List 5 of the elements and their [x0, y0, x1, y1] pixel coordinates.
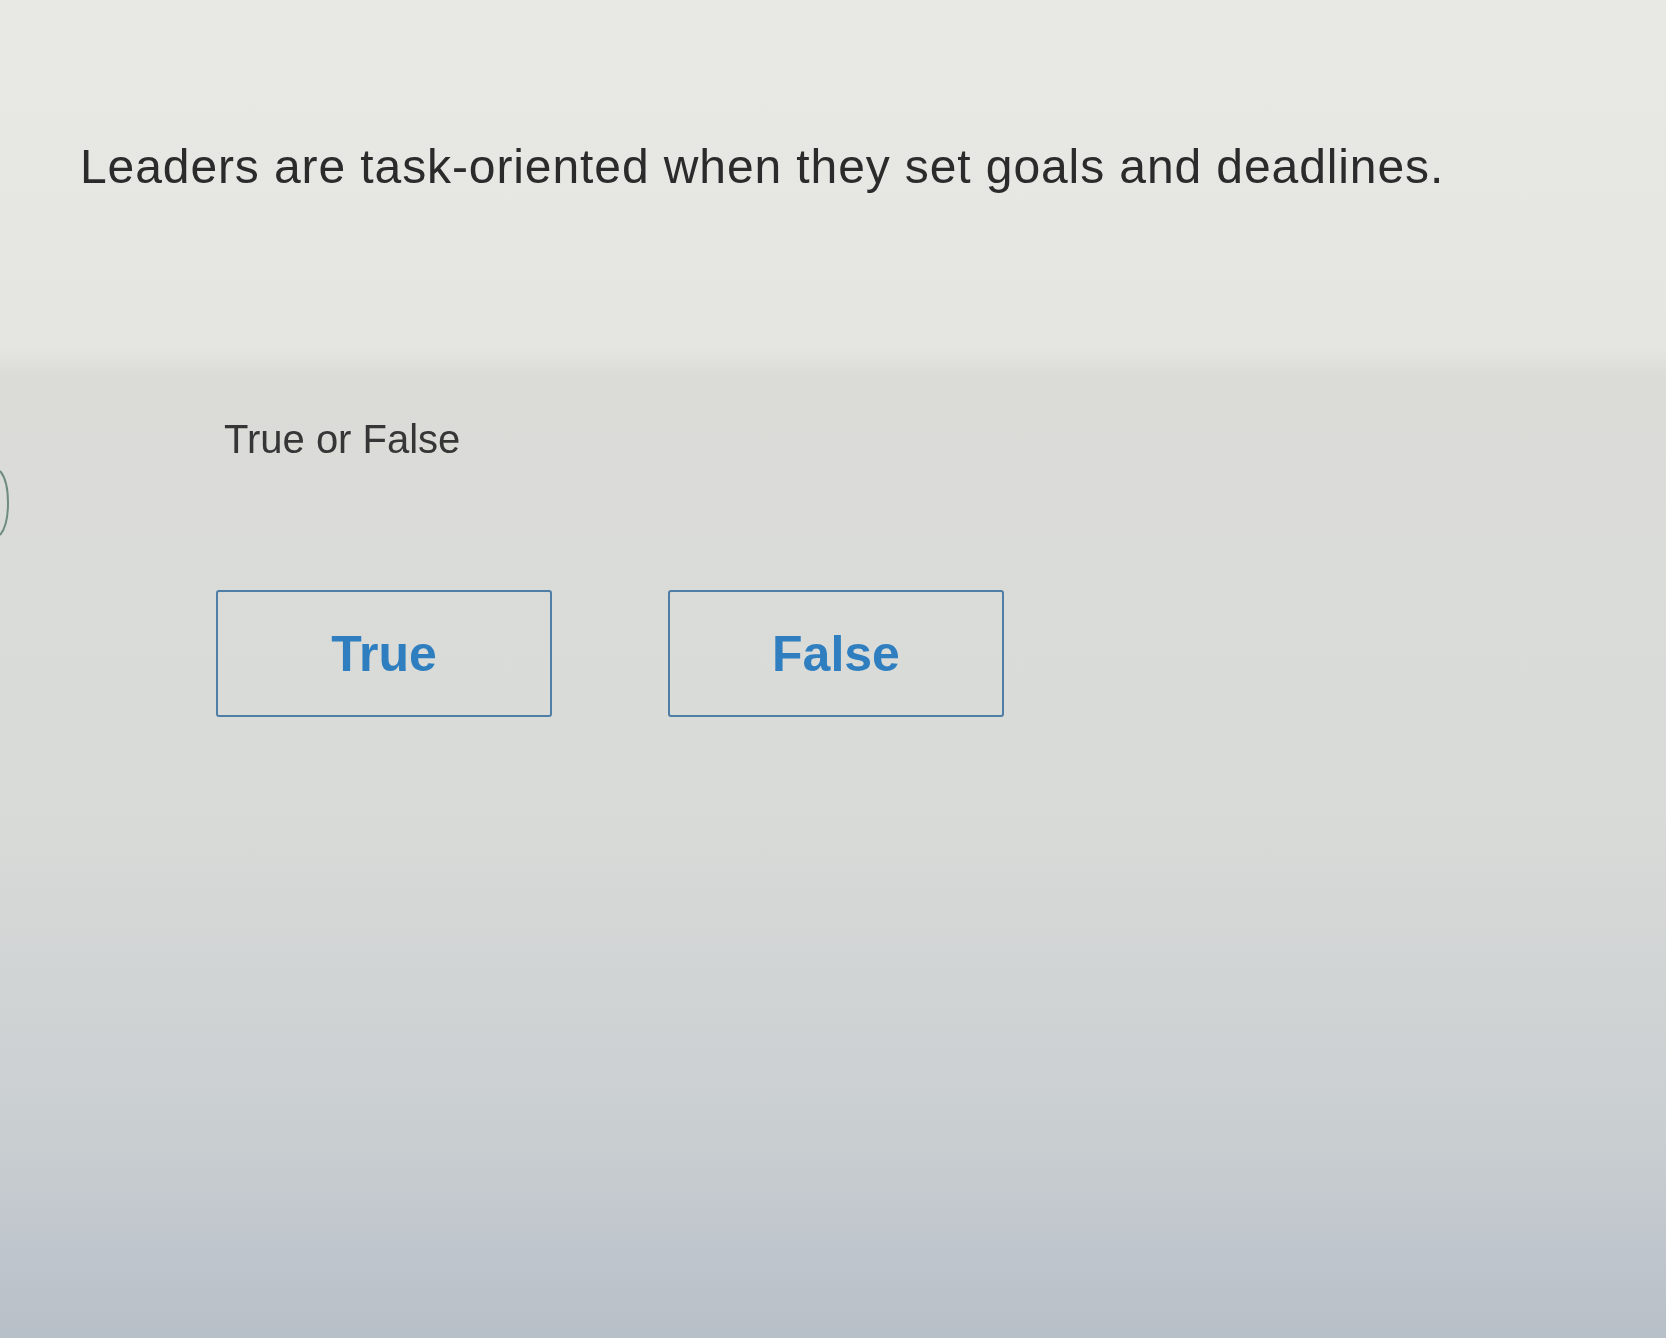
question-type-label: True or False — [224, 416, 461, 463]
answer-button[interactable]: False — [668, 590, 1004, 717]
answer-button[interactable]: True — [216, 590, 552, 717]
ring-edge-icon — [0, 470, 9, 536]
question-text: Leaders are task-oriented when they set goals and deadlines. — [80, 139, 1445, 195]
